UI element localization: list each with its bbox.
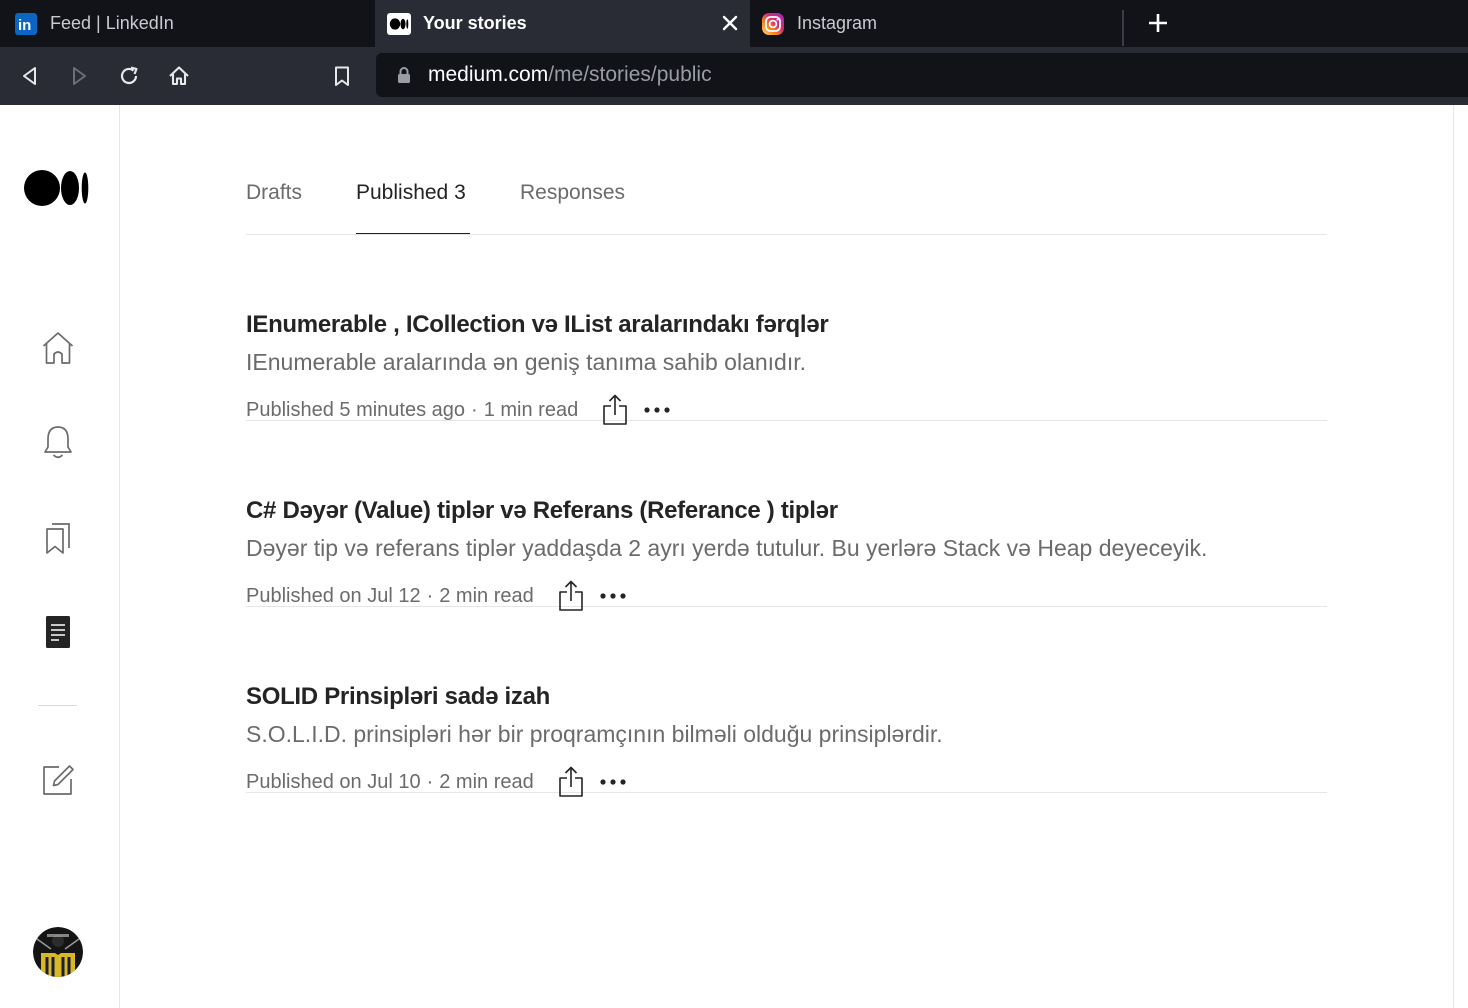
tab-drafts[interactable]: Drafts bbox=[246, 181, 302, 205]
story-published: Published on Jul 10 bbox=[246, 770, 421, 793]
avatar[interactable] bbox=[33, 927, 83, 977]
reload-button[interactable] bbox=[113, 60, 145, 92]
story-subtitle: IEnumerable aralarında ən geniş tanıma s… bbox=[246, 349, 807, 375]
bookmark-icon bbox=[335, 66, 349, 86]
home-icon[interactable] bbox=[38, 328, 78, 368]
story-list: IEnumerable , ICollection və IList arala… bbox=[246, 235, 1327, 797]
story-item: SOLID Prinsipləri sadə izah S.O.L.I.D. p… bbox=[246, 607, 1327, 797]
tab-your-stories[interactable]: Your stories bbox=[375, 0, 750, 47]
browser-toolbar: medium.com/me/stories/public bbox=[0, 47, 1468, 105]
bell-icon[interactable] bbox=[38, 422, 78, 462]
write-icon[interactable] bbox=[38, 760, 78, 800]
more-icon[interactable] bbox=[598, 586, 628, 606]
active-tab-underline bbox=[356, 233, 470, 234]
story-item: IEnumerable , ICollection və IList arala… bbox=[246, 235, 1327, 425]
close-icon[interactable] bbox=[718, 11, 742, 35]
home-icon bbox=[169, 66, 189, 86]
bookmarks-icon[interactable] bbox=[38, 518, 78, 558]
browser-tab-bar: in Feed | LinkedIn Your stories Instagra… bbox=[0, 0, 1468, 47]
medium-icon bbox=[387, 12, 411, 36]
meta-separator: · bbox=[426, 770, 434, 793]
sidebar bbox=[0, 105, 120, 1008]
story-published: Published on Jul 12 bbox=[246, 584, 421, 607]
meta-separator: · bbox=[426, 584, 434, 607]
home-button[interactable] bbox=[163, 60, 195, 92]
stories-tabs: Drafts Published 3 Responses bbox=[246, 105, 1327, 235]
story-read-time: 1 min read bbox=[483, 398, 579, 421]
more-icon[interactable] bbox=[598, 772, 628, 792]
story-title[interactable]: C# Dəyər (Value) tiplər və Referans (Ref… bbox=[246, 497, 838, 525]
back-button[interactable] bbox=[14, 60, 46, 92]
address-bar[interactable]: medium.com/me/stories/public bbox=[376, 53, 1468, 97]
forward-button[interactable] bbox=[63, 60, 95, 92]
tab-title: Instagram bbox=[797, 13, 878, 33]
bookmark-button[interactable] bbox=[326, 60, 358, 92]
plus-icon bbox=[1149, 14, 1167, 32]
main-content: Drafts Published 3 Responses IEnumerable… bbox=[246, 105, 1327, 797]
lock-icon bbox=[398, 67, 410, 83]
tab-instagram[interactable]: Instagram bbox=[761, 0, 1123, 47]
story-read-time: 2 min read bbox=[439, 770, 534, 793]
story-title[interactable]: IEnumerable , ICollection və IList arala… bbox=[246, 311, 829, 339]
more-icon[interactable] bbox=[642, 400, 672, 420]
story-subtitle: S.O.L.I.D. prinsipləri hər bir proqramçı… bbox=[246, 721, 943, 747]
document-icon[interactable] bbox=[38, 612, 78, 652]
story-subtitle: Dəyər tip və referans tiplər yaddaşda 2 … bbox=[246, 535, 1208, 561]
story-item: C# Dəyər (Value) tiplər və Referans (Ref… bbox=[246, 421, 1327, 611]
tab-title: Your stories bbox=[423, 13, 527, 33]
meta-separator: · bbox=[471, 398, 478, 421]
tab-title: Feed | LinkedIn bbox=[50, 13, 174, 33]
share-icon[interactable] bbox=[556, 765, 586, 799]
story-meta: Published on Jul 10 · 2 min read bbox=[246, 765, 628, 799]
back-arrow-icon bbox=[23, 67, 36, 85]
url-host: medium.com bbox=[428, 63, 549, 86]
new-tab-button[interactable] bbox=[1143, 8, 1173, 38]
linkedin-icon: in bbox=[14, 12, 38, 36]
url-path: /me/stories/public bbox=[548, 63, 712, 86]
instagram-icon bbox=[761, 12, 785, 36]
tab-published[interactable]: Published 3 bbox=[356, 181, 466, 205]
reload-icon bbox=[120, 66, 138, 85]
content-border bbox=[1453, 105, 1454, 1008]
story-published: Published 5 minutes ago bbox=[246, 398, 466, 421]
medium-logo[interactable] bbox=[24, 169, 90, 212]
forward-arrow-icon bbox=[73, 67, 86, 85]
tab-linkedin[interactable]: in Feed | LinkedIn bbox=[14, 0, 374, 47]
tab-responses[interactable]: Responses bbox=[520, 181, 625, 205]
story-read-time: 2 min read bbox=[439, 584, 534, 607]
tab-separator bbox=[1122, 10, 1124, 46]
story-title[interactable]: SOLID Prinsipləri sadə izah bbox=[246, 683, 550, 711]
svg-text:in: in bbox=[18, 17, 31, 34]
sidebar-divider bbox=[38, 705, 77, 706]
